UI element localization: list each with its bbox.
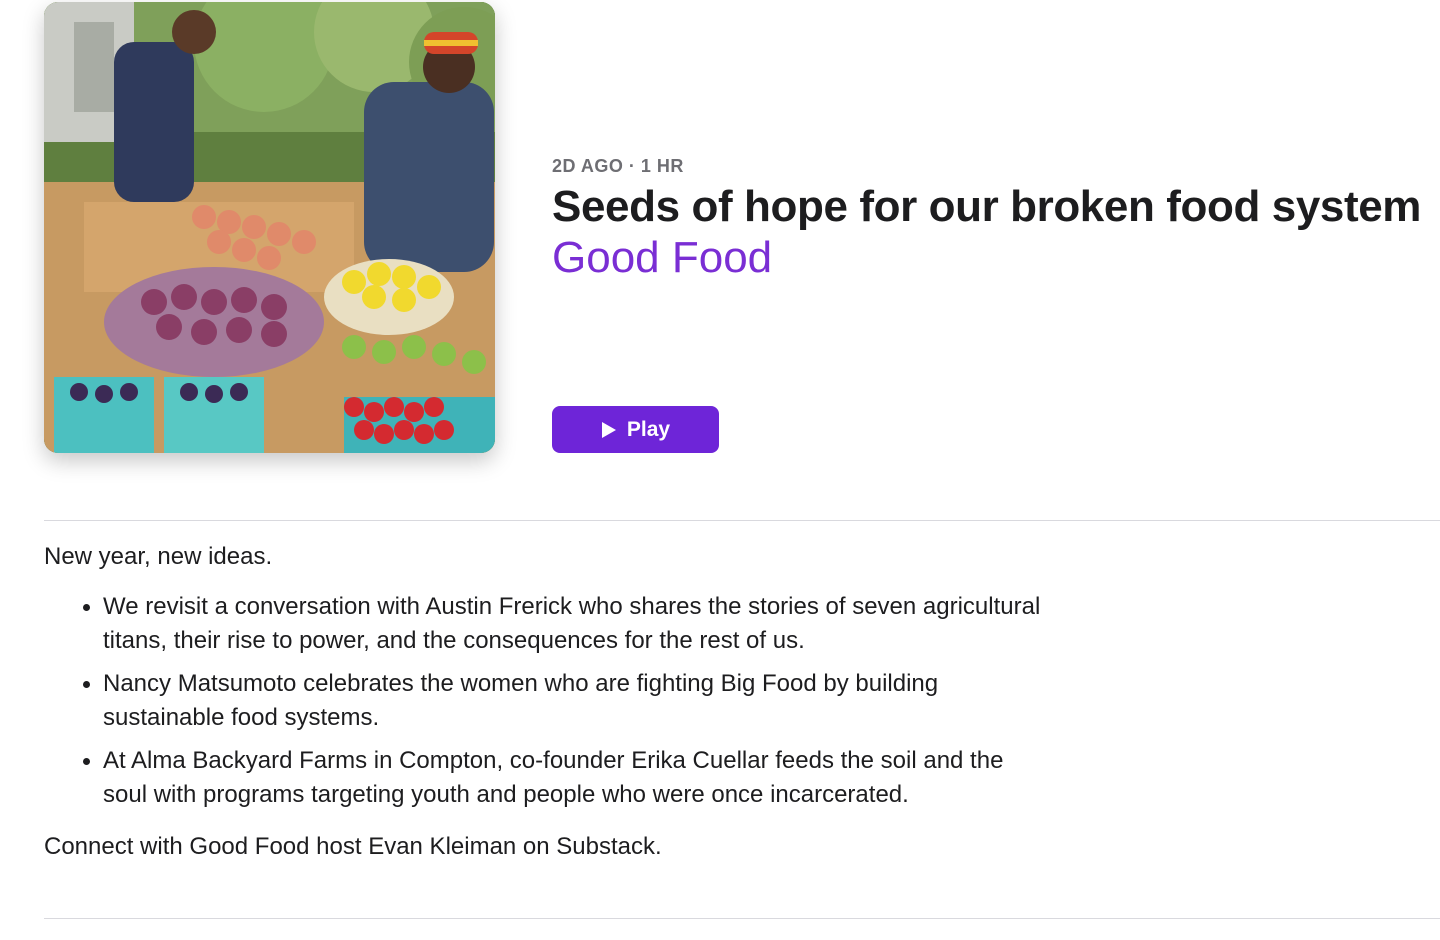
episode-title: Seeds of hope for our broken food system [552, 182, 1422, 231]
show-name-link[interactable]: Good Food [552, 233, 772, 283]
episode-page: 2D AGO · 1 HR Seeds of hope for our brok… [0, 0, 1440, 940]
farmers-market-artwork-icon [44, 2, 495, 453]
description-outro: Connect with Good Food host Evan Kleiman… [44, 833, 662, 860]
bottom-divider [44, 918, 1440, 919]
play-button[interactable]: Play [552, 406, 719, 453]
play-icon [601, 421, 617, 439]
description-bullet: Nancy Matsumoto celebrates the women who… [103, 667, 1044, 735]
description-bullet: We revisit a conversation with Austin Fr… [103, 590, 1044, 658]
description-intro: New year, new ideas. [44, 543, 273, 570]
description-bullet-list: We revisit a conversation with Austin Fr… [44, 590, 1044, 812]
episode-artwork [44, 2, 495, 453]
description-bullet: At Alma Backyard Farms in Compton, co-fo… [103, 744, 1044, 812]
top-divider [44, 520, 1440, 521]
episode-meta: 2D AGO · 1 HR [552, 156, 684, 176]
play-button-label: Play [626, 417, 671, 441]
episode-description: New year, new ideas. We revisit a conver… [44, 540, 1044, 864]
